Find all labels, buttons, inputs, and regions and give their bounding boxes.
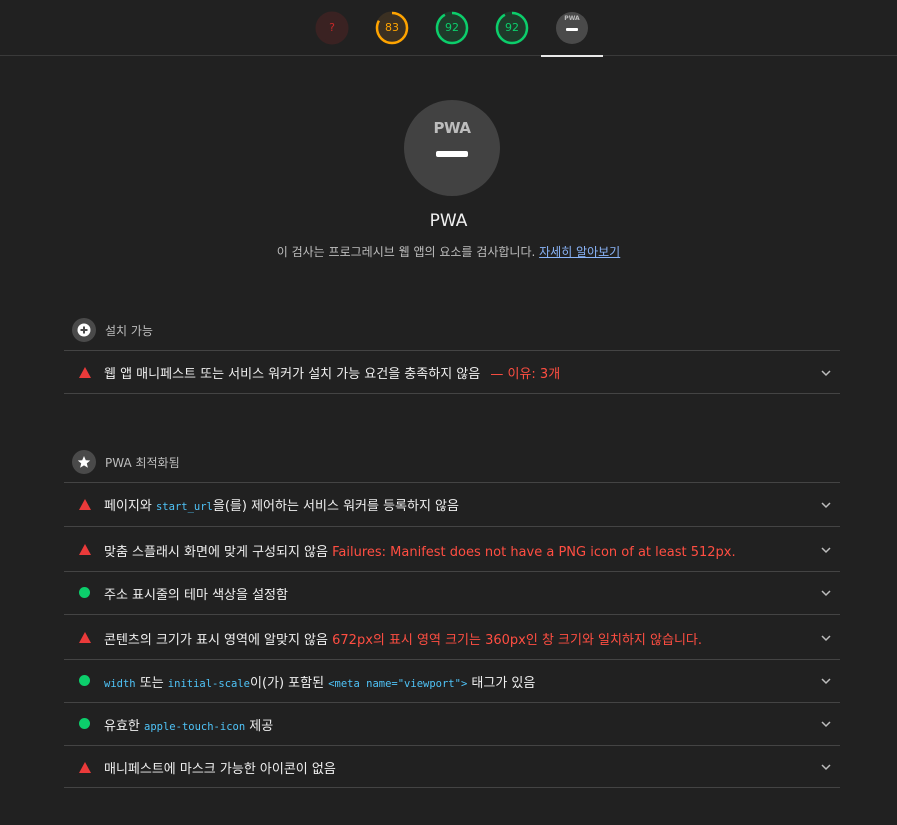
audit-title-text: 주소 표시줄의 테마 색상을 설정함 <box>104 588 288 603</box>
gauge-performance[interactable]: ? <box>315 11 349 45</box>
audit-title: 매니페스트에 마스크 가능한 아이콘이 없음 <box>104 758 336 777</box>
audit-title-text: 매니페스트에 마스크 가능한 아이콘이 없음 <box>104 762 336 777</box>
gauge-value: 92 <box>505 21 519 34</box>
audit-title: 주소 표시줄의 테마 색상을 설정함 <box>104 584 288 603</box>
audit-title-text: 웹 앱 매니페스트 또는 서비스 워커가 설치 가능 요건을 충족하지 않음 <box>104 367 481 382</box>
audit-title-text: 을(를) 제어하는 서비스 워커를 등록하지 않음 <box>212 499 459 514</box>
audit-detail: 672px의 표시 영역 크기는 360px인 창 크기와 일치하지 않습니다. <box>332 633 702 648</box>
star-icon <box>72 450 96 474</box>
chevron-down-icon[interactable] <box>820 367 832 379</box>
audit-row[interactable]: 맞춤 스플래시 화면에 맞게 구성되지 않음 Failures: Manifes… <box>64 526 840 571</box>
audit-title: width 또는 initial-scale이(가) 포함된 <meta nam… <box>104 672 535 691</box>
audit-title-text: 페이지와 <box>104 499 156 514</box>
pass-circle-icon <box>79 675 90 686</box>
audit-row[interactable]: width 또는 initial-scale이(가) 포함된 <meta nam… <box>64 659 840 702</box>
gauge-best-practices[interactable]: 92 <box>435 11 469 45</box>
fail-triangle-icon <box>79 544 91 555</box>
chevron-down-icon[interactable] <box>820 675 832 687</box>
audit-title: 유효한 apple-touch-icon 제공 <box>104 715 273 734</box>
audit-code: <meta name="viewport"> <box>328 678 468 690</box>
audit-row[interactable]: 웹 앱 매니페스트 또는 서비스 워커가 설치 가능 요건을 충족하지 않음 —… <box>64 350 840 394</box>
category-title: PWA <box>429 211 468 231</box>
chevron-down-icon[interactable] <box>820 499 832 511</box>
gauge-value: 92 <box>445 21 459 34</box>
group-label: 설치 가능 <box>105 324 153 338</box>
audit-title: 페이지와 start_url을(를) 제어하는 서비스 워커를 등록하지 않음 <box>104 495 459 514</box>
group-label: PWA 최적화됨 <box>105 456 180 470</box>
audit-row[interactable]: 페이지와 start_url을(를) 제어하는 서비스 워커를 등록하지 않음 <box>64 482 840 526</box>
audit-code: apple-touch-icon <box>144 721 246 733</box>
audit-title-text: 유효한 <box>104 719 145 734</box>
chevron-down-icon[interactable] <box>820 587 832 599</box>
gauge-accessibility[interactable]: 83 <box>375 11 409 45</box>
pass-circle-icon <box>79 718 90 729</box>
score-gauge-bar: ? 83 92 92 PWA <box>0 0 897 57</box>
pass-circle-icon <box>79 587 90 598</box>
audit-title-text: 맞춤 스플래시 화면에 맞게 구성되지 않음 <box>104 545 328 560</box>
audit-detail: Failures: Manifest does not have a PNG i… <box>332 545 736 560</box>
audit-row[interactable]: 주소 표시줄의 테마 색상을 설정함 <box>64 571 840 614</box>
pwa-badge-text: PWA <box>433 119 471 137</box>
audit-title-text: 이(가) 포함된 <box>249 676 329 691</box>
pwa-category-badge: PWA <box>404 100 500 196</box>
audit-detail: — 이유: 3개 <box>490 367 561 382</box>
audit-row[interactable]: 콘텐츠의 크기가 표시 영역에 알맞지 않음 672px의 표시 영역 크기는 … <box>64 614 840 659</box>
chevron-down-icon[interactable] <box>820 632 832 644</box>
fail-triangle-icon <box>79 762 91 773</box>
fail-triangle-icon <box>79 632 91 643</box>
audit-code: width <box>104 678 136 690</box>
audit-code: start_url <box>155 501 213 513</box>
fail-triangle-icon <box>79 499 91 510</box>
pwa-dash-icon <box>436 151 468 157</box>
gauge-value: ? <box>329 21 335 34</box>
audit-title: 웹 앱 매니페스트 또는 서비스 워커가 설치 가능 요건을 충족하지 않음 —… <box>104 363 560 382</box>
gauge-pwa[interactable]: PWA <box>541 11 603 57</box>
fail-triangle-icon <box>79 367 91 378</box>
category-description: 이 검사는 프로그레시브 웹 앱의 요소를 검사합니다. 자세히 알아보기 <box>0 243 897 260</box>
gauge-seo[interactable]: 92 <box>495 11 529 45</box>
description-text: 이 검사는 프로그레시브 웹 앱의 요소를 검사합니다. <box>276 245 536 259</box>
learn-more-link[interactable]: 자세히 알아보기 <box>539 245 620 259</box>
audit-title-text: 제공 <box>245 719 274 734</box>
audit-title: 맞춤 스플래시 화면에 맞게 구성되지 않음 Failures: Manifes… <box>104 541 736 560</box>
audit-title-text: 태그가 있음 <box>467 676 536 691</box>
audit-title-text: 콘텐츠의 크기가 표시 영역에 알맞지 않음 <box>104 633 328 648</box>
audit-title-text: 또는 <box>135 676 168 691</box>
audit-title: 콘텐츠의 크기가 표시 영역에 알맞지 않음 672px의 표시 영역 크기는 … <box>104 629 702 648</box>
plus-icon <box>72 318 96 342</box>
chevron-down-icon[interactable] <box>820 761 832 773</box>
audit-code: initial-scale <box>167 678 250 690</box>
chevron-down-icon[interactable] <box>820 718 832 730</box>
audit-row[interactable]: 유효한 apple-touch-icon 제공 <box>64 702 840 745</box>
audit-row[interactable]: 매니페스트에 마스크 가능한 아이콘이 없음 <box>64 745 840 788</box>
pwa-badge-text: PWA <box>564 15 580 22</box>
chevron-down-icon[interactable] <box>820 544 832 556</box>
gauge-value: 83 <box>385 21 399 34</box>
